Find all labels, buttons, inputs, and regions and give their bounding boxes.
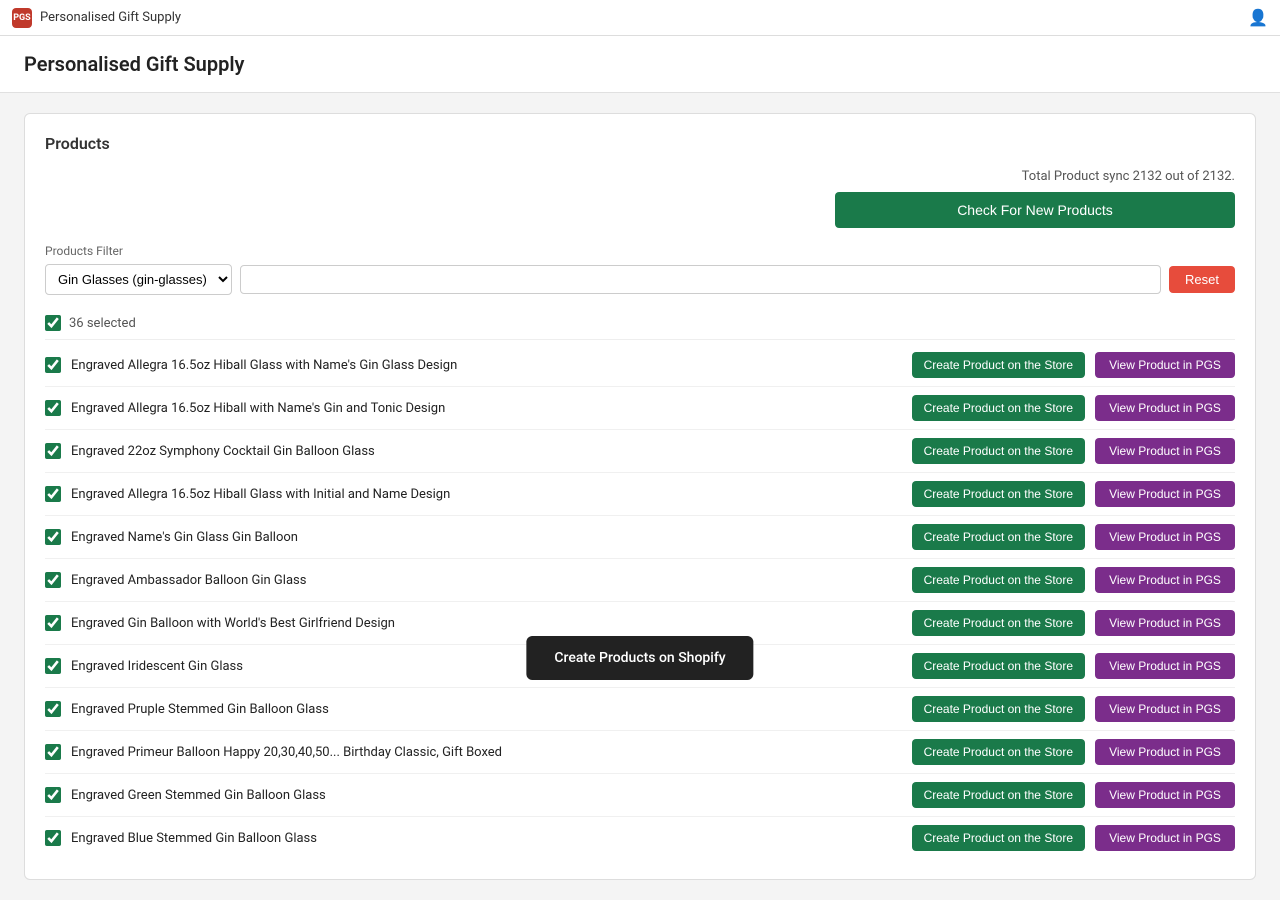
product-name: Engraved Blue Stemmed Gin Balloon Glass [71, 831, 902, 846]
check-new-products-button[interactable]: Check For New Products [835, 192, 1235, 228]
product-checkbox[interactable] [45, 443, 61, 459]
product-checkbox[interactable] [45, 529, 61, 545]
product-row: Engraved Ambassador Balloon Gin Glass Cre… [45, 559, 1235, 602]
app-name: Personalised Gift Supply [40, 10, 181, 25]
product-name: Engraved Allegra 16.5oz Hiball Glass wit… [71, 487, 902, 502]
product-row: Engraved Allegra 16.5oz Hiball with Name… [45, 387, 1235, 430]
view-product-button[interactable]: View Product in PGS [1095, 610, 1235, 636]
create-product-button[interactable]: Create Product on the Store [912, 352, 1085, 378]
product-name: Engraved Iridescent Gin Glass [71, 659, 902, 674]
product-name: Engraved 22oz Symphony Cocktail Gin Ball… [71, 444, 902, 459]
view-product-button[interactable]: View Product in PGS [1095, 653, 1235, 679]
product-name: Engraved Allegra 16.5oz Hiball with Name… [71, 401, 902, 416]
products-card: Products Total Product sync 2132 out of … [24, 113, 1256, 880]
product-checkbox[interactable] [45, 572, 61, 588]
product-checkbox[interactable] [45, 744, 61, 760]
create-product-button[interactable]: Create Product on the Store [912, 610, 1085, 636]
product-row: Engraved Primeur Balloon Happy 20,30,40,… [45, 731, 1235, 774]
product-row: Engraved Name's Gin Glass Gin Balloon Cre… [45, 516, 1235, 559]
app-logo: PGS [12, 8, 32, 28]
product-name: Engraved Gin Balloon with World's Best G… [71, 616, 902, 631]
sync-row: Total Product sync 2132 out of 2132. Che… [45, 169, 1235, 228]
product-checkbox[interactable] [45, 701, 61, 717]
title-bar: PGS Personalised Gift Supply 👤 [0, 0, 1280, 36]
page-header: Personalised Gift Supply [0, 36, 1280, 93]
sync-text: Total Product sync 2132 out of 2132. [1022, 169, 1235, 184]
product-checkbox[interactable] [45, 658, 61, 674]
product-row: Engraved Blue Stemmed Gin Balloon Glass C… [45, 817, 1235, 859]
product-row: Engraved Gin Balloon with World's Best G… [45, 602, 1235, 645]
view-product-button[interactable]: View Product in PGS [1095, 524, 1235, 550]
create-product-button[interactable]: Create Product on the Store [912, 567, 1085, 593]
view-product-button[interactable]: View Product in PGS [1095, 438, 1235, 464]
reset-button[interactable]: Reset [1169, 266, 1235, 293]
product-name: Engraved Allegra 16.5oz Hiball Glass wit… [71, 358, 902, 373]
product-row: Engraved Green Stemmed Gin Balloon Glass… [45, 774, 1235, 817]
product-name: Engraved Primeur Balloon Happy 20,30,40,… [71, 745, 902, 760]
product-name: Engraved Pruple Stemmed Gin Balloon Glas… [71, 702, 902, 717]
filter-select[interactable]: Gin Glasses (gin-glasses) [45, 264, 232, 295]
create-product-button[interactable]: Create Product on the Store [912, 782, 1085, 808]
view-product-button[interactable]: View Product in PGS [1095, 395, 1235, 421]
view-product-button[interactable]: View Product in PGS [1095, 352, 1235, 378]
create-product-button[interactable]: Create Product on the Store [912, 739, 1085, 765]
product-row: Engraved Allegra 16.5oz Hiball Glass wit… [45, 344, 1235, 387]
product-name: Engraved Name's Gin Glass Gin Balloon [71, 530, 902, 545]
view-product-button[interactable]: View Product in PGS [1095, 739, 1235, 765]
product-checkbox[interactable] [45, 830, 61, 846]
create-product-button[interactable]: Create Product on the Store [912, 438, 1085, 464]
user-icon[interactable]: 👤 [1248, 8, 1268, 27]
view-product-button[interactable]: View Product in PGS [1095, 481, 1235, 507]
view-product-button[interactable]: View Product in PGS [1095, 825, 1235, 851]
product-list: Engraved Allegra 16.5oz Hiball Glass wit… [45, 344, 1235, 859]
product-checkbox[interactable] [45, 400, 61, 416]
create-product-button[interactable]: Create Product on the Store [912, 395, 1085, 421]
products-section-title: Products [45, 134, 1235, 153]
product-checkbox[interactable] [45, 357, 61, 373]
create-product-button[interactable]: Create Product on the Store [912, 481, 1085, 507]
product-row: Engraved Pruple Stemmed Gin Balloon Glas… [45, 688, 1235, 731]
product-row: Engraved Allegra 16.5oz Hiball Glass wit… [45, 473, 1235, 516]
filter-section: Products Filter Gin Glasses (gin-glasses… [45, 244, 1235, 295]
view-product-button[interactable]: View Product in PGS [1095, 567, 1235, 593]
main-content: Products Total Product sync 2132 out of … [0, 93, 1280, 900]
product-checkbox[interactable] [45, 486, 61, 502]
select-all-checkbox[interactable] [45, 315, 61, 331]
product-row: Engraved Iridescent Gin Glass Create Prod… [45, 645, 1235, 688]
product-checkbox[interactable] [45, 787, 61, 803]
product-row: Engraved 22oz Symphony Cocktail Gin Ball… [45, 430, 1235, 473]
filter-input[interactable] [240, 265, 1161, 294]
view-product-button[interactable]: View Product in PGS [1095, 782, 1235, 808]
product-checkbox[interactable] [45, 615, 61, 631]
selected-count: 36 selected [69, 316, 136, 331]
create-product-button[interactable]: Create Product on the Store [912, 825, 1085, 851]
select-all-row: 36 selected [45, 307, 1235, 340]
product-name: Engraved Green Stemmed Gin Balloon Glass [71, 788, 902, 803]
filter-label: Products Filter [45, 244, 1235, 258]
create-product-button[interactable]: Create Product on the Store [912, 653, 1085, 679]
filter-row: Gin Glasses (gin-glasses) Reset [45, 264, 1235, 295]
create-product-button[interactable]: Create Product on the Store [912, 696, 1085, 722]
create-product-button[interactable]: Create Product on the Store [912, 524, 1085, 550]
product-name: Engraved Ambassador Balloon Gin Glass [71, 573, 902, 588]
page-title: Personalised Gift Supply [24, 52, 1256, 76]
view-product-button[interactable]: View Product in PGS [1095, 696, 1235, 722]
